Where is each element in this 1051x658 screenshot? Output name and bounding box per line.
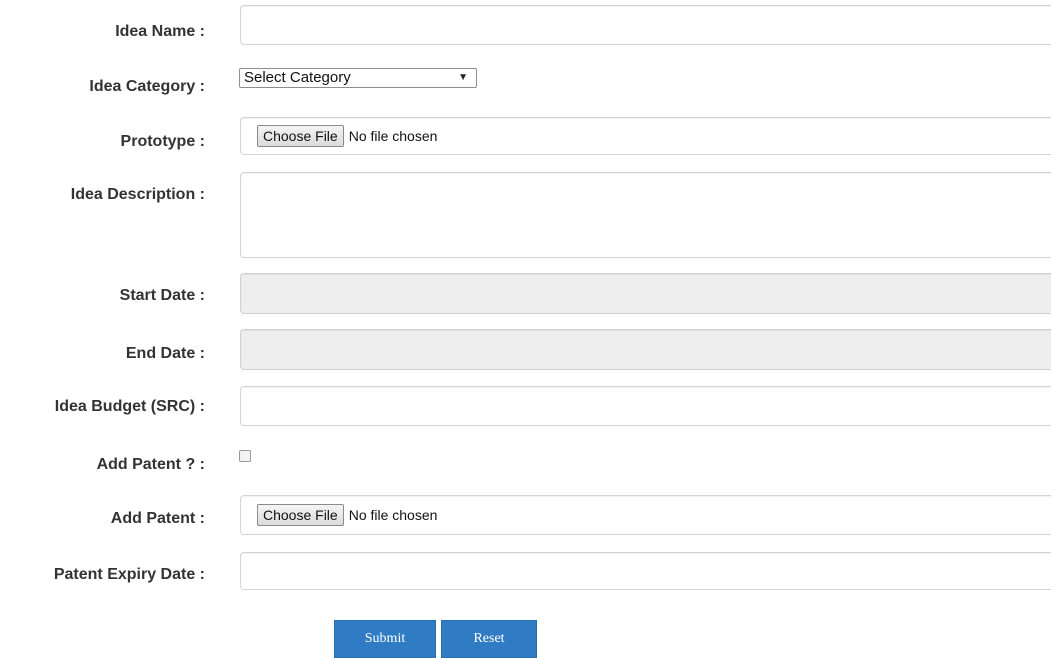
- end-date-input: [240, 329, 1051, 370]
- patent-expiry-label: Patent Expiry Date :: [53, 566, 205, 583]
- idea-name-input[interactable]: [240, 5, 1051, 45]
- patent-expiry-input[interactable]: [240, 552, 1051, 590]
- idea-category-select[interactable]: Select Category ▼: [239, 68, 477, 88]
- add-patent-file-field: Choose File No file chosen: [240, 495, 1051, 535]
- idea-description-textarea[interactable]: [240, 172, 1051, 258]
- prototype-file-status: No file chosen: [348, 128, 438, 144]
- prototype-choose-file-button[interactable]: Choose File: [257, 125, 344, 147]
- idea-category-selected: Select Category: [244, 69, 351, 86]
- idea-budget-label: Idea Budget (SRC) :: [54, 398, 205, 415]
- idea-name-label: Idea Name :: [115, 23, 205, 40]
- start-date-label: Start Date :: [119, 287, 205, 304]
- prototype-file-field: Choose File No file chosen: [240, 117, 1051, 155]
- submit-button[interactable]: Submit: [334, 620, 436, 658]
- dropdown-arrow-icon: ▼: [458, 72, 468, 83]
- idea-category-label: Idea Category :: [89, 78, 205, 95]
- end-date-label: End Date :: [125, 345, 205, 362]
- add-patent-check-label: Add Patent ? :: [96, 456, 205, 473]
- reset-button[interactable]: Reset: [441, 620, 537, 658]
- start-date-input: [240, 273, 1051, 314]
- add-patent-choose-file-button[interactable]: Choose File: [257, 504, 344, 526]
- add-patent-checkbox[interactable]: [239, 450, 251, 462]
- add-patent-file-status: No file chosen: [348, 507, 438, 523]
- idea-description-label: Idea Description :: [70, 186, 205, 203]
- idea-budget-input[interactable]: [240, 386, 1051, 426]
- add-patent-file-label: Add Patent :: [110, 510, 205, 527]
- prototype-label: Prototype :: [120, 133, 205, 150]
